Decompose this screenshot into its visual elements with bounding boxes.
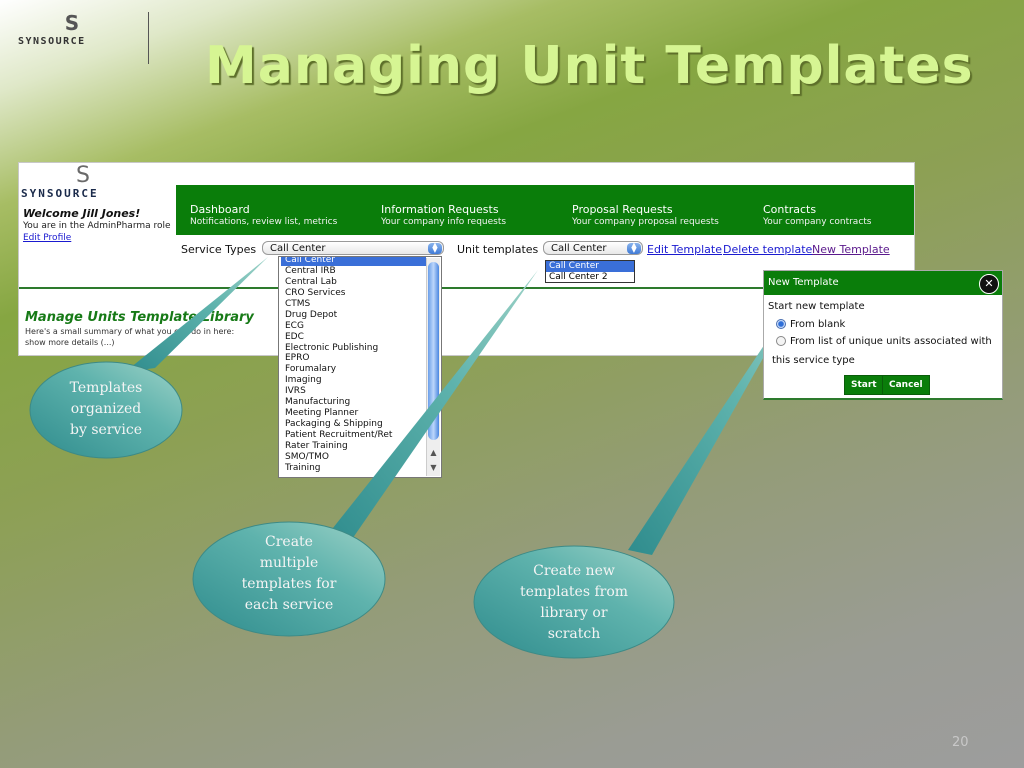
nav-label: Dashboard: [190, 203, 250, 216]
nav-sub: Your company contracts: [763, 217, 872, 227]
nav-proposal-requests[interactable]: Proposal Requests Your company proposal …: [572, 203, 719, 229]
show-more-details-link[interactable]: show more details (...): [25, 338, 115, 347]
scroll-down-icon[interactable]: ▼: [427, 461, 440, 475]
service-types-dropdown-list[interactable]: Call Center Central IRB Central Lab CRO Ser…: [278, 256, 442, 478]
dialog-header: New Template ✕: [764, 271, 1002, 295]
callout-line: templates for: [241, 576, 337, 592]
service-types-select[interactable]: Call Center ▲ ▼: [262, 241, 444, 255]
callout-3-text: Create new templates from library or scr…: [499, 561, 649, 645]
select-arrows-icon: ▲ ▼: [428, 242, 442, 254]
header-divider: [148, 12, 149, 64]
cancel-button[interactable]: Cancel: [882, 375, 930, 395]
service-types-label: Service Types: [181, 243, 257, 256]
service-type-option[interactable]: Central Lab: [281, 277, 426, 288]
nav-bar: Dashboard Notifications, review list, me…: [176, 185, 914, 235]
callout-line: Create: [265, 534, 313, 550]
service-type-option[interactable]: SMO/TMO: [281, 452, 426, 463]
callout-line: Templates: [69, 380, 143, 396]
unit-templates-label: Unit templates: [457, 243, 539, 256]
callout-line: templates from: [519, 584, 629, 600]
nav-information-requests[interactable]: Information Requests Your company info r…: [381, 203, 506, 229]
logo-wordmark: SYNSOURCE: [18, 36, 86, 47]
service-type-option[interactable]: Training: [281, 463, 426, 474]
edit-profile-link[interactable]: Edit Profile: [23, 233, 71, 243]
new-template-dialog: New Template ✕ Start new template From b…: [763, 270, 1003, 400]
callout-line: organized: [70, 401, 142, 417]
callout-line: multiple: [259, 555, 319, 571]
welcome-text: Welcome Jill Jones!: [23, 207, 141, 220]
logo-s-icon: S: [64, 11, 80, 35]
dialog-prompt: Start new template: [768, 301, 865, 312]
manage-summary: Here's a small summary of what you can d…: [25, 327, 235, 336]
service-type-option[interactable]: EPRO: [281, 353, 426, 364]
service-type-option[interactable]: EDC: [281, 332, 426, 343]
unit-template-option[interactable]: Call Center 2: [546, 272, 634, 283]
service-type-option[interactable]: Forumalary: [281, 364, 426, 375]
nav-label: Contracts: [763, 203, 817, 216]
option-label: From list of unique units associated wit…: [790, 336, 992, 347]
service-type-option[interactable]: Manufacturing: [281, 397, 426, 408]
nav-sub: Your company proposal requests: [572, 217, 719, 227]
select-arrows-icon: ▲ ▼: [627, 242, 641, 254]
new-template-link[interactable]: New Template: [812, 243, 890, 256]
option-from-list[interactable]: From list of unique units associated wit…: [776, 336, 992, 347]
app-logo: S SYNSOURCE: [21, 163, 171, 201]
close-icon[interactable]: ✕: [979, 274, 999, 294]
service-type-option[interactable]: IVRS: [281, 386, 426, 397]
nav-sub: Your company info requests: [381, 217, 507, 227]
slide-title: Managing Unit Templates: [205, 36, 974, 96]
callout-line: Create new: [533, 563, 615, 579]
unit-templates-value: Call Center: [551, 243, 607, 254]
option-from-blank[interactable]: From blank: [776, 319, 845, 330]
unit-templates-dropdown-list[interactable]: Call Center Call Center 2: [545, 260, 635, 283]
service-type-option[interactable]: Meeting Planner: [281, 408, 426, 419]
service-type-option[interactable]: Central IRB: [281, 266, 426, 277]
nav-dashboard[interactable]: Dashboard Notifications, review list, me…: [190, 203, 337, 229]
nav-label: Information Requests: [381, 203, 499, 216]
scroll-up-icon[interactable]: ▲: [427, 446, 440, 460]
service-type-option[interactable]: Call Center: [281, 257, 426, 266]
service-type-option[interactable]: Imaging: [281, 375, 426, 386]
unit-template-option[interactable]: Call Center: [546, 261, 634, 272]
callout-line: each service: [244, 597, 334, 613]
service-types-options: Call Center Central IRB Central Lab CRO Ser…: [281, 257, 426, 474]
app-logo-wordmark: SYNSOURCE: [21, 187, 99, 200]
service-type-option[interactable]: Electronic Publishing: [281, 343, 426, 354]
callout-line: by service: [70, 422, 142, 438]
edit-template-link[interactable]: Edit Template: [647, 243, 722, 256]
service-type-option[interactable]: Patient Recruitment/Ret: [281, 430, 426, 441]
service-type-option[interactable]: Rater Training: [281, 441, 426, 452]
nav-contracts[interactable]: Contracts Your company contracts: [763, 203, 871, 229]
option-from-list-cont: this service type: [772, 355, 855, 366]
page-number: 20: [952, 735, 969, 750]
service-types-value: Call Center: [270, 243, 326, 254]
callout-line: library or: [540, 605, 608, 621]
scrollbar-thumb[interactable]: [428, 262, 439, 440]
nav-sub: Notifications, review list, metrics: [190, 217, 338, 227]
start-button[interactable]: Start: [844, 375, 884, 395]
radio-unselected-icon[interactable]: [776, 336, 786, 346]
service-type-option[interactable]: Packaging & Shipping: [281, 419, 426, 430]
role-text: You are in the AdminPharma role: [23, 221, 171, 231]
service-type-option[interactable]: ECG: [281, 321, 426, 332]
option-label: From blank: [790, 319, 846, 330]
radio-selected-icon[interactable]: [776, 319, 786, 329]
dropdown-scrollbar[interactable]: ▲ ▼: [426, 258, 440, 476]
service-type-option[interactable]: CTMS: [281, 299, 426, 310]
manage-library-title: Manage Units Template Library: [25, 310, 254, 325]
delete-template-link[interactable]: Delete template: [723, 243, 812, 256]
nav-label: Proposal Requests: [572, 203, 673, 216]
callout-1-text: Templates organized by service: [46, 378, 166, 441]
service-type-option[interactable]: CRO Services: [281, 288, 426, 299]
callout-line: scratch: [547, 626, 601, 642]
callout-2-text: Create multiple templates for each servi…: [219, 532, 359, 616]
service-type-option[interactable]: Drug Depot: [281, 310, 426, 321]
unit-templates-select[interactable]: Call Center ▲ ▼: [543, 241, 643, 255]
dialog-title: New Template: [768, 277, 839, 288]
slide-logo: S SYNSOURCE: [18, 11, 128, 54]
app-logo-s-icon: S: [76, 163, 90, 188]
